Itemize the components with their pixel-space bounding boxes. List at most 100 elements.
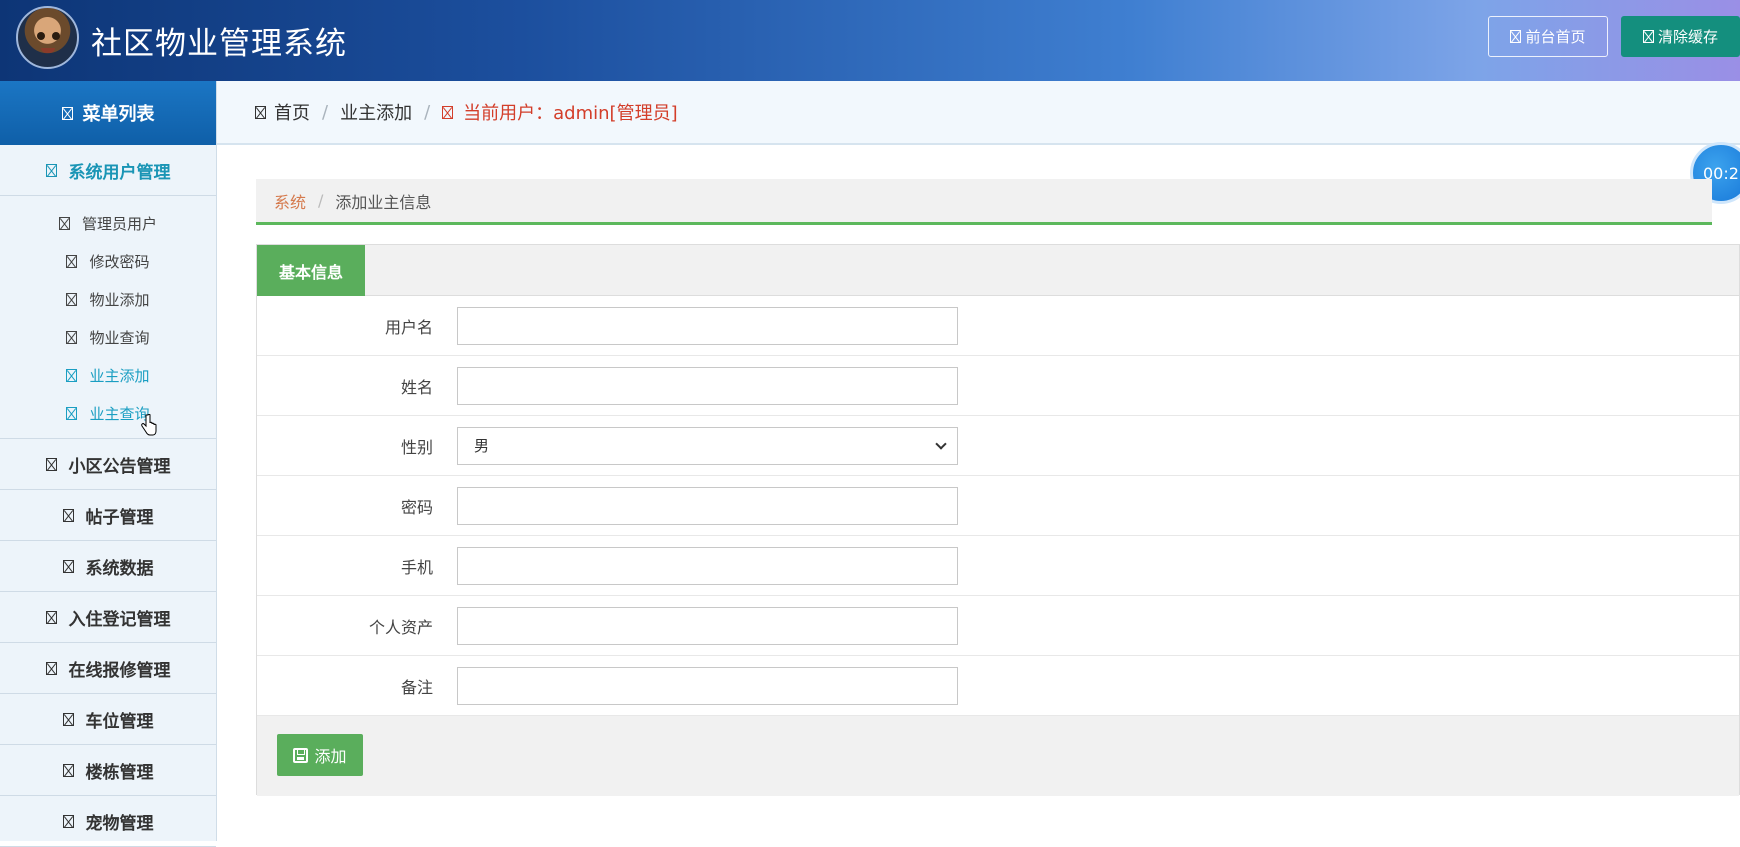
top-header: 社区物业管理系统 前台首页 清除缓存 <box>0 0 1740 81</box>
content-breadcrumb: 系统 / 添加业主信息 <box>256 179 1712 225</box>
sidebar-group-system-data[interactable]: 系统数据 <box>0 541 216 592</box>
breadcrumb-separator: / <box>322 101 329 123</box>
tab-basic-info[interactable]: 基本信息 <box>257 245 365 296</box>
lock-icon <box>66 254 78 268</box>
sidebar-item-label: 修改密码 <box>89 252 150 271</box>
breadcrumb: 首页 / 业主添加 / 当前用户：admin[管理员] <box>217 81 1740 145</box>
front-home-button[interactable]: 前台首页 <box>1488 16 1608 57</box>
sidebar-group-notices[interactable]: 小区公告管理 <box>0 439 216 490</box>
content-breadcrumb-root[interactable]: 系统 <box>274 189 306 213</box>
sidebar-item-label: 管理员用户 <box>81 214 157 233</box>
form-row-username: 用户名 <box>257 296 1739 356</box>
breadcrumb-home[interactable]: 首页 <box>274 99 310 125</box>
current-user: 当前用户：admin[管理员] <box>442 99 678 125</box>
plus-icon <box>66 292 78 306</box>
form-footer: 添加 <box>257 716 1739 796</box>
name-label: 姓名 <box>400 377 433 397</box>
sidebar-group-label: 小区公告管理 <box>68 456 171 477</box>
owner-form-panel: 基本信息 用户名 姓名 性别 男 密码 手机 个人资产 备注 添加 <box>256 244 1740 796</box>
sidebar-item-owner-add[interactable]: 业主添加 <box>0 356 216 394</box>
phone-input[interactable] <box>457 546 958 585</box>
current-user-label: 当前用户：admin[管理员] <box>463 103 678 124</box>
username-input[interactable] <box>457 306 958 345</box>
add-button-label: 添加 <box>314 747 347 766</box>
car-icon <box>62 712 74 726</box>
plus-icon <box>66 368 78 382</box>
sidebar: 菜单列表 系统用户管理 管理员用户 修改密码 物业添加 物业查询 业主添加 业主… <box>0 81 217 847</box>
form-tab-bar: 基本信息 <box>257 245 1739 296</box>
remark-input[interactable] <box>457 666 958 705</box>
sidebar-group-parking[interactable]: 车位管理 <box>0 694 216 745</box>
user-icon <box>442 105 454 119</box>
logo-avatar <box>16 6 79 69</box>
home-icon <box>255 105 266 119</box>
clear-cache-button[interactable]: 清除缓存 <box>1621 16 1740 57</box>
menu-icon <box>61 106 73 120</box>
home-icon <box>45 610 57 624</box>
name-input[interactable] <box>457 366 958 405</box>
sidebar-item-label: 物业查询 <box>89 328 150 347</box>
sidebar-item-property-add[interactable]: 物业添加 <box>0 280 216 318</box>
username-label: 用户名 <box>384 317 433 337</box>
sidebar-group-label: 帖子管理 <box>85 507 154 528</box>
bell-icon <box>45 457 57 471</box>
password-input[interactable] <box>457 486 958 525</box>
sidebar-group-checkin[interactable]: 入住登记管理 <box>0 592 216 643</box>
sidebar-group-posts[interactable]: 帖子管理 <box>0 490 216 541</box>
gender-selected-value: 男 <box>474 437 490 455</box>
breadcrumb-page: 业主添加 <box>340 103 413 124</box>
form-row-gender: 性别 男 <box>257 416 1739 476</box>
users-icon <box>45 163 57 177</box>
clear-cache-label: 清除缓存 <box>1657 28 1718 46</box>
sidebar-group-label: 入住登记管理 <box>68 609 171 630</box>
remark-label: 备注 <box>400 677 433 697</box>
sidebar-item-owner-query[interactable]: 业主查询 <box>0 394 216 432</box>
form-row-assets: 个人资产 <box>257 596 1739 656</box>
menu-list-title: 菜单列表 <box>82 104 155 125</box>
assets-label: 个人资产 <box>368 617 433 637</box>
sidebar-item-admin-users[interactable]: 管理员用户 <box>0 204 216 242</box>
gender-label: 性别 <box>400 437 433 457</box>
sidebar-group-label: 系统数据 <box>85 558 154 579</box>
form-row-password: 密码 <box>257 476 1739 536</box>
sidebar-item-label: 业主添加 <box>89 366 150 385</box>
trash-icon <box>1642 30 1654 43</box>
sidebar-item-property-query[interactable]: 物业查询 <box>0 318 216 356</box>
breadcrumb-separator: / <box>424 101 431 123</box>
phone-label: 手机 <box>400 557 433 577</box>
breadcrumb-separator: / <box>318 191 324 210</box>
gender-select[interactable]: 男 <box>457 426 958 465</box>
front-home-label: 前台首页 <box>1525 28 1586 46</box>
search-icon <box>66 330 78 344</box>
sidebar-group-label: 系统用户管理 <box>68 162 171 183</box>
wrench-icon <box>45 661 57 675</box>
form-row-name: 姓名 <box>257 356 1739 416</box>
sidebar-item-change-password[interactable]: 修改密码 <box>0 242 216 280</box>
sidebar-group-pets[interactable]: 宠物管理 <box>0 796 216 847</box>
sidebar-group-label: 车位管理 <box>85 711 154 732</box>
save-icon <box>293 747 309 763</box>
app-title: 社区物业管理系统 <box>91 26 347 62</box>
paw-icon <box>62 814 74 828</box>
add-button[interactable]: 添加 <box>277 734 363 776</box>
sidebar-group-buildings[interactable]: 楼栋管理 <box>0 745 216 796</box>
sidebar-group-system-users[interactable]: 系统用户管理 <box>0 145 216 196</box>
sidebar-item-label: 物业添加 <box>89 290 150 309</box>
menu-list-header: 菜单列表 <box>0 81 216 145</box>
sidebar-group-repairs[interactable]: 在线报修管理 <box>0 643 216 694</box>
form-row-phone: 手机 <box>257 536 1739 596</box>
password-label: 密码 <box>400 497 433 517</box>
hand-cursor-icon <box>141 414 157 436</box>
content-breadcrumb-page: 添加业主信息 <box>335 192 432 212</box>
system-users-submenu: 管理员用户 修改密码 物业添加 物业查询 业主添加 业主查询 <box>0 196 216 439</box>
user-icon <box>58 216 70 230</box>
home-icon <box>1510 30 1522 43</box>
search-icon <box>66 406 78 420</box>
assets-input[interactable] <box>457 606 958 645</box>
chevron-down-icon <box>935 437 947 450</box>
sidebar-group-label: 在线报修管理 <box>68 660 171 681</box>
form-row-remark: 备注 <box>257 656 1739 716</box>
building-icon <box>62 763 74 777</box>
sidebar-group-label: 宠物管理 <box>85 813 154 834</box>
database-icon <box>62 559 74 573</box>
